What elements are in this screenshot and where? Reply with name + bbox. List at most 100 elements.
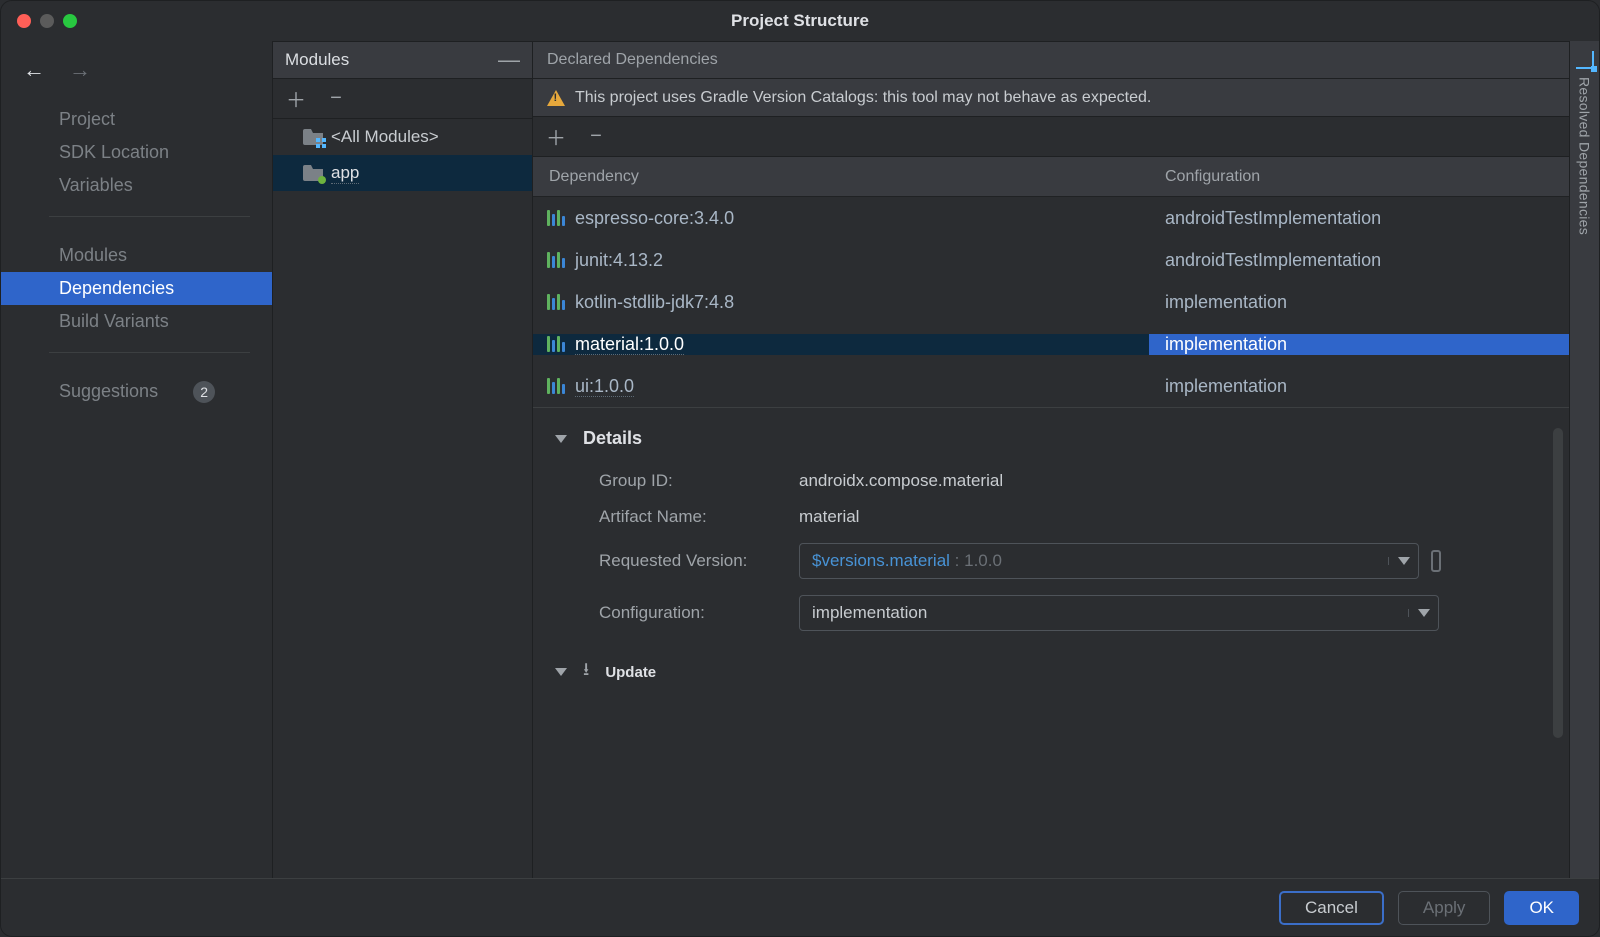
- back-arrow-icon[interactable]: ←: [23, 57, 45, 83]
- scrollbar[interactable]: [1553, 428, 1563, 738]
- warning-bar: This project uses Gradle Version Catalog…: [533, 79, 1569, 117]
- nav-item-suggestions[interactable]: Suggestions 2: [1, 375, 272, 409]
- nav-item-dependencies[interactable]: Dependencies: [1, 272, 272, 305]
- nav-item-project[interactable]: Project: [1, 103, 272, 136]
- module-folder-icon: [303, 165, 323, 181]
- dependency-conf: androidTestImplementation: [1149, 250, 1569, 271]
- add-dependency-button[interactable]: ＋: [547, 128, 565, 146]
- library-icon: [547, 378, 565, 394]
- history-icon[interactable]: [1431, 550, 1441, 572]
- label: Group ID:: [599, 471, 799, 491]
- cancel-button[interactable]: Cancel: [1279, 891, 1384, 925]
- module-label: <All Modules>: [331, 127, 439, 147]
- content-area: ← → Project SDK Location Variables Modul…: [1, 41, 1599, 878]
- module-item-all[interactable]: <All Modules>: [273, 119, 532, 155]
- window-title: Project Structure: [1, 11, 1599, 31]
- dependency-name: kotlin-stdlib-jdk7:4.8: [575, 292, 734, 313]
- chevron-down-icon: [555, 668, 567, 676]
- dependency-row[interactable]: material:1.0.0 implementation: [533, 323, 1569, 365]
- nav-separator: [49, 352, 250, 353]
- chevron-down-icon[interactable]: [1388, 557, 1418, 565]
- project-structure-window: Project Structure ← → Project SDK Locati…: [0, 0, 1600, 937]
- dialog-footer: Cancel Apply OK: [1, 878, 1599, 936]
- nav-separator: [49, 216, 250, 217]
- configuration-combo[interactable]: implementation: [799, 595, 1439, 631]
- dependency-conf: implementation: [1149, 334, 1569, 355]
- value: androidx.compose.material: [799, 471, 1003, 491]
- warning-text: This project uses Gradle Version Catalog…: [575, 89, 1151, 107]
- dependency-conf: implementation: [1149, 376, 1569, 397]
- details-section[interactable]: Details: [551, 420, 1551, 463]
- download-icon: ⭳: [583, 657, 589, 687]
- library-icon: [547, 252, 565, 268]
- modules-header: Modules —: [273, 41, 532, 79]
- label: Artifact Name:: [599, 507, 799, 527]
- declared-panel: Declared Dependencies This project uses …: [533, 41, 1569, 878]
- library-icon: [547, 336, 565, 352]
- forward-arrow-icon[interactable]: →: [69, 57, 91, 83]
- update-title: Update: [605, 664, 656, 681]
- update-section[interactable]: ⭳ Update: [551, 639, 1551, 687]
- label: Requested Version:: [599, 551, 799, 571]
- value: material: [799, 507, 859, 527]
- nav-section-1: Project SDK Location Variables: [1, 103, 272, 202]
- configuration-value: implementation: [800, 603, 1408, 623]
- nav-item-modules[interactable]: Modules: [1, 239, 272, 272]
- details-title: Details: [583, 428, 642, 449]
- nav-item-build-variants[interactable]: Build Variants: [1, 305, 272, 338]
- dependency-row[interactable]: kotlin-stdlib-jdk7:4.8 implementation: [533, 281, 1569, 323]
- dependency-name: espresso-core:3.4.0: [575, 208, 734, 229]
- nav-section-3: Suggestions 2: [1, 375, 272, 409]
- suggestions-badge: 2: [193, 381, 215, 403]
- column-configuration: Configuration: [1149, 157, 1569, 196]
- dependency-row[interactable]: junit:4.13.2 androidTestImplementation: [533, 239, 1569, 281]
- dependency-row[interactable]: ui:1.0.0 implementation: [533, 365, 1569, 407]
- label: Configuration:: [599, 603, 799, 623]
- nav-item-variables[interactable]: Variables: [1, 169, 272, 202]
- module-label: app: [331, 163, 359, 184]
- dependency-name: material:1.0.0: [575, 334, 684, 355]
- left-nav: ← → Project SDK Location Variables Modul…: [1, 41, 273, 878]
- column-dependency: Dependency: [533, 157, 1149, 196]
- version-resolved: : 1.0.0: [950, 551, 1002, 570]
- resolved-label: Resolved Dependencies: [1577, 77, 1593, 235]
- details-pane: Details Group ID: androidx.compose.mater…: [533, 407, 1569, 878]
- nav-item-sdk-location[interactable]: SDK Location: [1, 136, 272, 169]
- dependency-toolbar: ＋ −: [533, 117, 1569, 157]
- resolved-dependencies-bar[interactable]: Resolved Dependencies: [1569, 41, 1599, 878]
- nav-item-label: Suggestions: [59, 381, 158, 401]
- remove-dependency-button[interactable]: −: [587, 128, 605, 146]
- apply-button[interactable]: Apply: [1398, 891, 1491, 925]
- requested-version-combo[interactable]: $versions.material : 1.0.0: [799, 543, 1419, 579]
- remove-module-button[interactable]: −: [327, 90, 345, 108]
- declared-header: Declared Dependencies: [533, 41, 1569, 79]
- nav-section-2: Modules Dependencies Build Variants: [1, 239, 272, 338]
- add-module-button[interactable]: ＋: [287, 90, 305, 108]
- detail-configuration: Configuration: implementation: [551, 587, 1551, 639]
- modules-toolbar: ＋ −: [273, 79, 532, 119]
- module-item-app[interactable]: app: [273, 155, 532, 191]
- library-icon: [547, 294, 565, 310]
- dependency-conf: implementation: [1149, 292, 1569, 313]
- ok-button[interactable]: OK: [1504, 891, 1579, 925]
- resolved-icon: [1576, 51, 1594, 69]
- dependency-list: espresso-core:3.4.0 androidTestImplement…: [533, 197, 1569, 407]
- dependency-name: ui:1.0.0: [575, 376, 634, 397]
- detail-artifact: Artifact Name: material: [551, 499, 1551, 535]
- dependency-row[interactable]: espresso-core:3.4.0 androidTestImplement…: [533, 197, 1569, 239]
- titlebar: Project Structure: [1, 1, 1599, 41]
- dependency-table-header: Dependency Configuration: [533, 157, 1569, 197]
- chevron-down-icon: [555, 435, 567, 443]
- warning-icon: [547, 90, 565, 106]
- modules-panel: Modules — ＋ − <All Modules> app: [273, 41, 533, 878]
- version-variable: $versions.material: [812, 551, 950, 570]
- dependency-name: junit:4.13.2: [575, 250, 663, 271]
- detail-requested-version: Requested Version: $versions.material : …: [551, 535, 1551, 587]
- modules-title: Modules: [285, 50, 349, 70]
- dependency-conf: androidTestImplementation: [1149, 208, 1569, 229]
- collapse-icon[interactable]: —: [498, 47, 520, 73]
- nav-history: ← →: [1, 49, 272, 95]
- detail-group-id: Group ID: androidx.compose.material: [551, 463, 1551, 499]
- chevron-down-icon[interactable]: [1408, 609, 1438, 617]
- folder-icon: [303, 129, 323, 145]
